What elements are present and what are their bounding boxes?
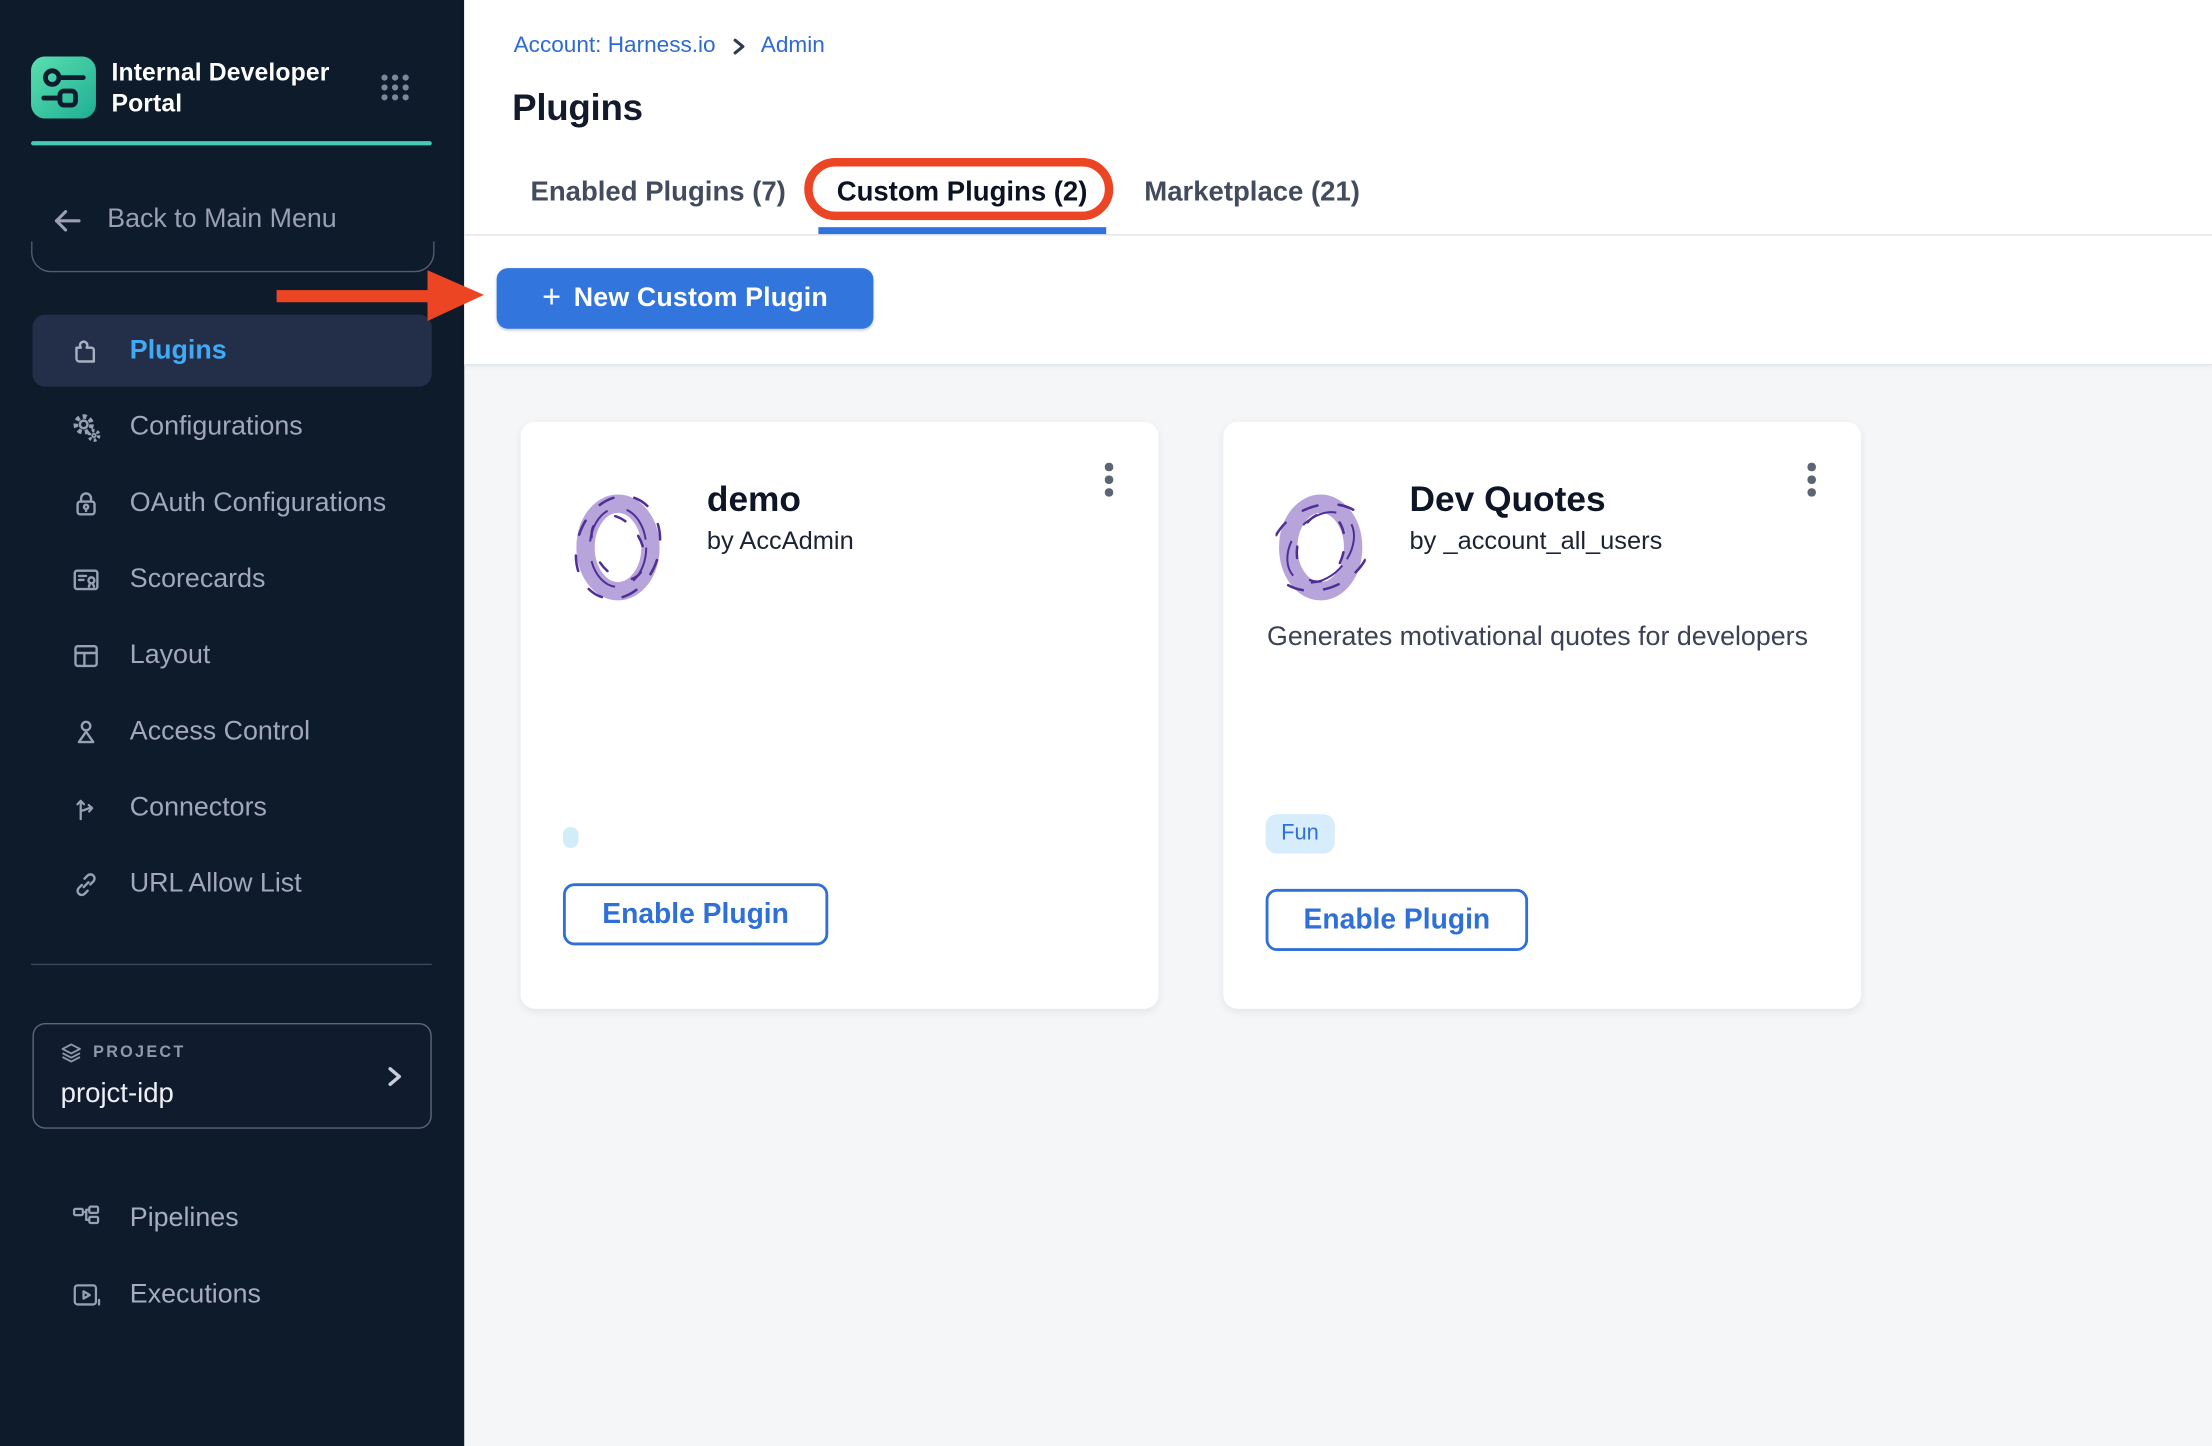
executions-icon [69, 1278, 103, 1312]
plugin-logo-ring-icon [1276, 491, 1366, 604]
sidebar-divider [31, 964, 432, 965]
tabs-divider [464, 234, 2212, 235]
plugin-tag-fun: Fun [1266, 814, 1335, 854]
pipelines-icon [69, 1202, 103, 1236]
sidebar: Internal Developer Portal Back to Main M… [0, 0, 464, 1446]
sidebar-item-label: Configurations [130, 411, 303, 442]
tab-custom-plugins[interactable]: Custom Plugins (2) [837, 158, 1088, 227]
idp-logo-icon [31, 56, 96, 118]
sidebar-item-executions[interactable]: Executions [32, 1260, 431, 1331]
enable-plugin-button[interactable]: Enable Plugin [563, 883, 828, 945]
back-arrow-icon [48, 201, 86, 239]
lock-icon [69, 486, 103, 520]
breadcrumb: Account: Harness.io Admin [514, 34, 825, 59]
empty-tag-chip [563, 827, 579, 848]
project-label: PROJECT [93, 1044, 185, 1061]
sidebar-item-label: Plugins [130, 335, 227, 366]
tab-marketplace[interactable]: Marketplace (21) [1144, 158, 1360, 227]
sidebar-item-access-control[interactable]: Access Control [32, 696, 431, 768]
breadcrumb-account-link[interactable]: Account: Harness.io [514, 34, 716, 59]
sidebar-item-label: Access Control [130, 716, 310, 747]
new-custom-plugin-label: New Custom Plugin [574, 283, 828, 314]
page-header: Account: Harness.io Admin Plugins Enable… [464, 0, 2212, 365]
link-icon [69, 867, 103, 901]
chevron-right-icon [381, 1064, 406, 1089]
enable-plugin-button[interactable]: Enable Plugin [1266, 889, 1528, 951]
project-selector[interactable]: PROJECT projct-idp [32, 1023, 431, 1129]
scorecard-icon [69, 562, 103, 596]
sidebar-item-url-allow-list[interactable]: URL Allow List [32, 848, 431, 920]
sidebar-item-label: Executions [130, 1280, 261, 1311]
plus-icon: + [542, 278, 561, 316]
plugin-logo-ring-icon [573, 491, 663, 604]
sidebar-item-configurations[interactable]: Configurations [32, 391, 431, 463]
sidebar-item-oauth-configurations[interactable]: OAuth Configurations [32, 467, 431, 539]
plugin-name: Dev Quotes [1410, 480, 1606, 521]
breadcrumb-admin-link[interactable]: Admin [761, 34, 825, 59]
sidebar-item-pipelines[interactable]: Pipelines [32, 1184, 431, 1255]
sidebar-item-scorecards[interactable]: Scorecards [32, 543, 431, 615]
app-window: Internal Developer Portal Back to Main M… [0, 0, 2212, 1446]
plugin-author: by AccAdmin [707, 526, 854, 556]
plugin-card-dev-quotes: Dev Quotes by _account_all_users Generat… [1223, 422, 1861, 1009]
menu-group-outline [31, 241, 435, 272]
back-to-main-menu[interactable]: Back to Main Menu [48, 192, 401, 248]
app-title: Internal Developer Portal [111, 56, 358, 118]
project-name: projct-idp [61, 1078, 174, 1110]
kebab-menu-icon[interactable] [1092, 457, 1126, 502]
new-custom-plugin-button[interactable]: + New Custom Plugin [497, 268, 874, 329]
sidebar-item-label: Connectors [130, 792, 267, 823]
sidebar-item-label: Layout [130, 640, 210, 671]
branch-icon [69, 791, 103, 825]
sidebar-item-plugins[interactable]: Plugins [32, 315, 431, 387]
gears-icon [69, 410, 103, 444]
sidebar-item-label: Scorecards [130, 564, 266, 595]
sidebar-accent-divider [31, 141, 432, 145]
plugin-name: demo [707, 480, 801, 521]
sidebar-item-label: URL Allow List [130, 868, 302, 899]
tab-enabled-plugins[interactable]: Enabled Plugins (7) [531, 158, 786, 227]
sidebar-nav: Plugins Configurations OAuth Configurati… [32, 315, 431, 925]
sidebar-item-layout[interactable]: Layout [32, 619, 431, 691]
sidebar-item-label: Pipelines [130, 1204, 239, 1235]
layers-icon [61, 1043, 82, 1063]
page-title: Plugins [512, 86, 643, 130]
app-switcher-grid-icon[interactable] [378, 71, 412, 105]
puzzle-icon [69, 334, 103, 368]
person-icon [69, 715, 103, 749]
sidebar-item-label: OAuth Configurations [130, 487, 386, 518]
plugin-description: Generates motivational quotes for develo… [1267, 619, 1829, 655]
plugin-card-demo: demo by AccAdmin Enable Plugin [521, 422, 1159, 1009]
sidebar-item-connectors[interactable]: Connectors [32, 772, 431, 844]
back-label: Back to Main Menu [107, 205, 336, 236]
layout-icon [69, 638, 103, 672]
active-tab-underline [818, 226, 1106, 233]
chevron-right-icon [728, 37, 748, 57]
kebab-menu-icon[interactable] [1795, 457, 1829, 502]
plugin-author: by _account_all_users [1410, 526, 1663, 556]
